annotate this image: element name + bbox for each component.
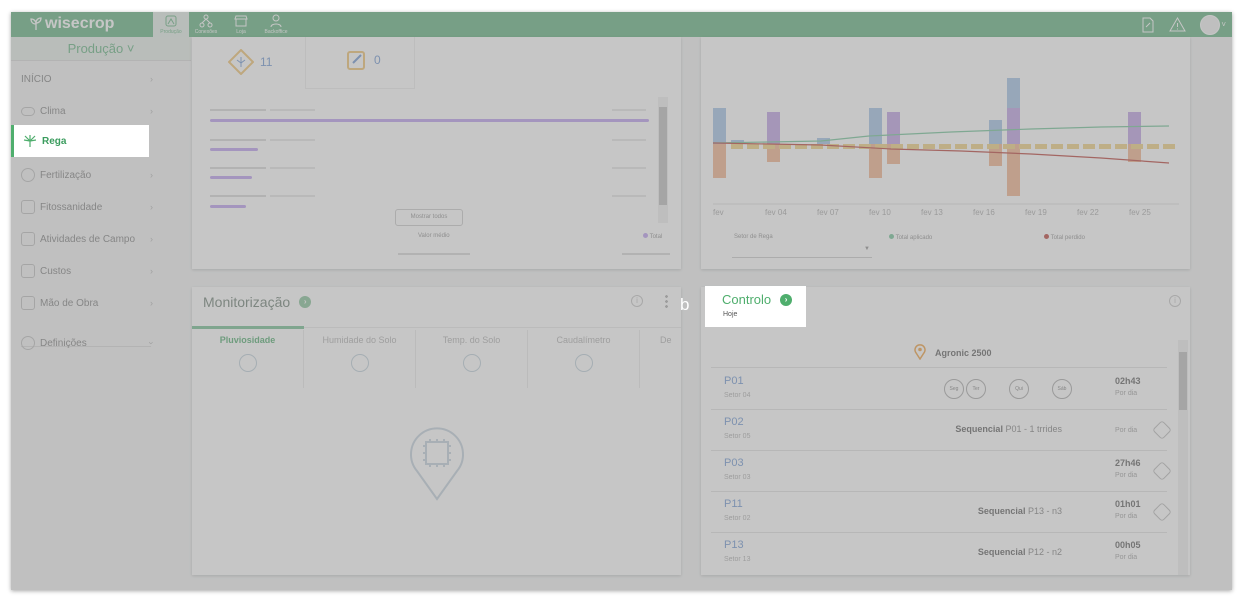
callout-a: a <box>120 128 130 147</box>
control-title[interactable]: Controlo › <box>722 292 793 307</box>
sidebar-item-label: Rega <box>42 135 67 147</box>
dim-overlay <box>11 12 1232 590</box>
arrow-right-icon[interactable]: › <box>780 293 793 306</box>
app-window: wisecrop Produção Conexões Loja Backoffi… <box>11 12 1232 590</box>
callout-b: b <box>680 295 690 314</box>
sprinkler-icon <box>23 135 37 147</box>
control-header[interactable]: Controlo › Hoje <box>705 286 806 327</box>
control-subtitle: Hoje <box>723 311 738 318</box>
